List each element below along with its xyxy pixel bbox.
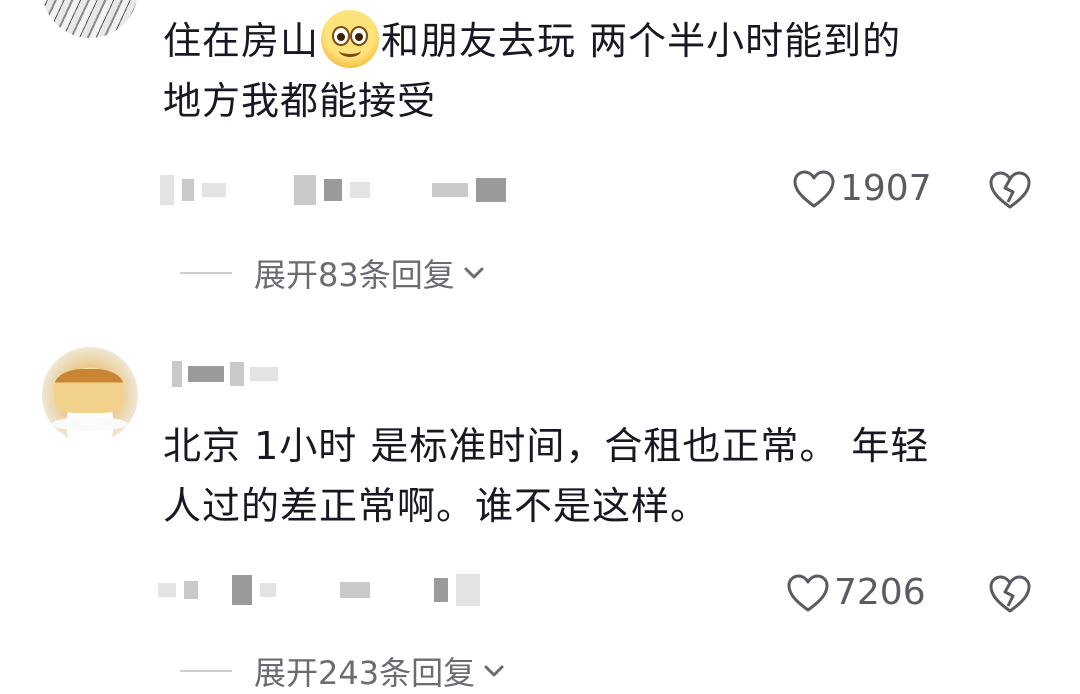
divider-line xyxy=(180,272,232,274)
smiley-face-emoji-icon xyxy=(321,10,380,68)
blurred-meta xyxy=(158,572,480,608)
divider-line xyxy=(180,670,232,672)
broken-heart-icon[interactable] xyxy=(988,170,1032,210)
blurred-meta xyxy=(160,172,506,208)
chevron-down-icon xyxy=(464,267,484,279)
expand-replies-label: 展开83条回复 xyxy=(254,256,455,294)
expand-replies-button[interactable]: 展开83条回复 xyxy=(180,250,489,296)
comment-text-part: 住在房山 xyxy=(163,19,320,63)
like-button[interactable]: 7206 xyxy=(786,572,926,613)
heart-outline-icon xyxy=(787,574,829,611)
avatar[interactable] xyxy=(42,0,138,38)
comment-text: 北京 1小时 是标准时间，合租也正常。 年轻 人过的差正常啊。谁不是这样。 xyxy=(163,416,1043,536)
like-count: 1907 xyxy=(840,168,932,209)
broken-heart-icon[interactable] xyxy=(988,574,1032,614)
avatar[interactable] xyxy=(42,347,138,443)
like-count: 7206 xyxy=(834,572,926,613)
heart-outline-icon xyxy=(793,170,835,207)
chevron-down-icon xyxy=(484,665,504,677)
expand-replies-label: 展开243条回复 xyxy=(254,654,476,692)
comment-text-part: 北京 1小时 是标准时间，合租也正常。 年轻 xyxy=(163,424,930,468)
comment-text-part: 地方我都能接受 xyxy=(163,79,437,123)
expand-replies-button[interactable]: 展开243条回复 xyxy=(180,648,509,694)
comment-text: 住在房山 和朋友去玩 两个半小时能到的 地方我都能接受 xyxy=(163,10,1043,131)
comment-text-part: 人过的差正常啊。谁不是这样。 xyxy=(163,484,710,528)
blurred-username xyxy=(172,361,278,387)
comment-text-part: 和朋友去玩 两个半小时能到的 xyxy=(381,19,902,63)
like-button[interactable]: 1907 xyxy=(792,168,932,209)
